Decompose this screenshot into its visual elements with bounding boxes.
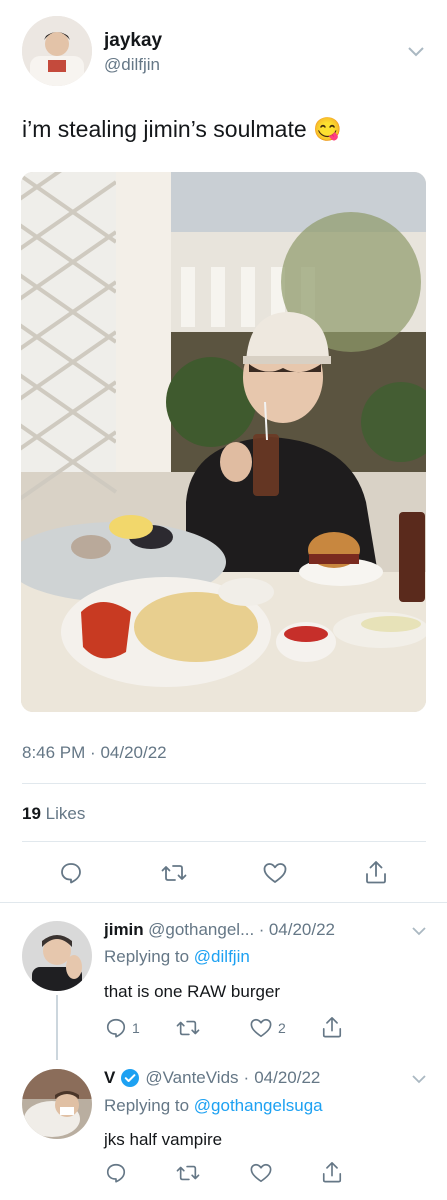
tweet-timestamp[interactable]: 8:46 PM · 04/20/22 xyxy=(22,743,167,763)
main-avatar[interactable] xyxy=(22,16,92,86)
reply-avatar[interactable] xyxy=(22,921,92,991)
tweet-photo[interactable] xyxy=(21,172,426,712)
replying-to-handle[interactable]: @gothangelsuga xyxy=(194,1096,323,1115)
avatar-image xyxy=(22,16,92,86)
thread-connector xyxy=(56,995,58,1060)
reply-date[interactable]: 04/20/22 xyxy=(254,1068,320,1088)
share-icon[interactable] xyxy=(320,1159,344,1185)
meta-separator: · xyxy=(90,743,96,762)
divider xyxy=(22,841,426,842)
meta-separator: · xyxy=(258,920,265,939)
likes-summary[interactable]: 19 Likes xyxy=(22,804,85,824)
replying-prefix: Replying to xyxy=(104,1096,190,1115)
like-icon[interactable] xyxy=(248,1016,274,1040)
main-display-name[interactable]: jaykay xyxy=(104,30,162,52)
avatar-image xyxy=(22,1069,92,1139)
reply-display-name[interactable]: V xyxy=(104,1068,115,1088)
replying-to: Replying to @gothangelsuga xyxy=(104,1096,323,1116)
like-count: 2 xyxy=(278,1020,286,1036)
tweet-date: 04/20/22 xyxy=(100,743,167,762)
reply-icon[interactable] xyxy=(56,858,86,888)
like-icon[interactable] xyxy=(248,1161,274,1185)
restaurant-photo-image xyxy=(21,172,426,712)
replying-prefix: Replying to xyxy=(104,947,190,966)
reply-icon[interactable] xyxy=(104,1161,128,1185)
main-handle[interactable]: @dilfjin xyxy=(104,55,160,75)
reply-count: 1 xyxy=(132,1020,140,1036)
reply-handle[interactable]: @gothangel... xyxy=(148,920,254,939)
chevron-down-icon[interactable] xyxy=(408,922,430,940)
main-tweet-text: i’m stealing jimin’s soulmate 😋 xyxy=(22,116,342,142)
reply-header: jimin @gothangel... · 04/20/22 xyxy=(104,920,335,940)
reply-text: that is one RAW burger xyxy=(104,982,281,1001)
verified-badge-icon xyxy=(120,1068,140,1088)
reply-display-name[interactable]: jimin xyxy=(104,920,144,939)
reply-icon[interactable] xyxy=(104,1016,128,1040)
share-icon[interactable] xyxy=(361,856,391,888)
divider xyxy=(22,783,426,784)
likes-label: Likes xyxy=(45,804,86,823)
retweet-icon[interactable] xyxy=(175,1016,201,1040)
like-icon[interactable] xyxy=(260,858,290,888)
reply-text: jks half vampire xyxy=(104,1130,223,1149)
replying-to-handle[interactable]: @dilfjin xyxy=(194,947,250,966)
divider xyxy=(0,902,447,903)
reply-header: V @VanteVids · 04/20/22 xyxy=(104,1068,320,1088)
chevron-down-icon[interactable] xyxy=(404,40,428,64)
avatar-image xyxy=(22,921,92,991)
share-icon[interactable] xyxy=(320,1014,344,1040)
tweet-time: 8:46 PM xyxy=(22,743,86,762)
replying-to: Replying to @dilfjin xyxy=(104,947,250,967)
likes-count: 19 xyxy=(22,804,41,823)
retweet-icon[interactable] xyxy=(175,1161,201,1185)
meta-separator: · xyxy=(243,1068,250,1087)
reply-handle[interactable]: @VanteVids xyxy=(145,1068,238,1088)
reply-date[interactable]: 04/20/22 xyxy=(269,920,335,939)
chevron-down-icon[interactable] xyxy=(408,1070,430,1088)
retweet-icon[interactable] xyxy=(159,858,189,888)
reply-avatar[interactable] xyxy=(22,1069,92,1139)
